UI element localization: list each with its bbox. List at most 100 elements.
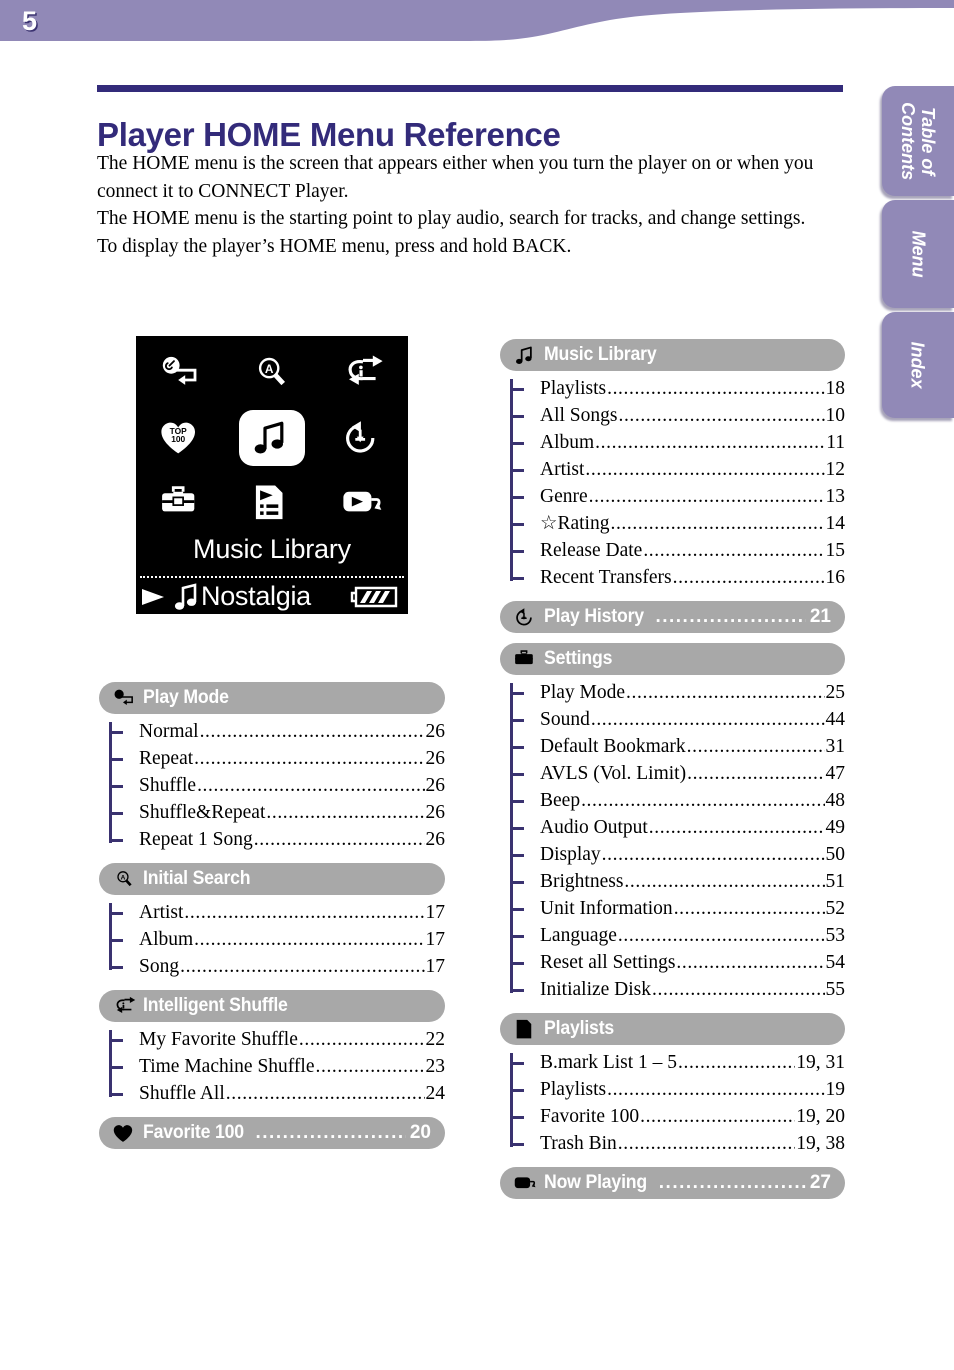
toc-entry-page: 51 — [825, 871, 846, 892]
leader-dots: ........................................… — [607, 1079, 824, 1100]
toc-entry-page: 25 — [825, 682, 846, 703]
section-header-favorite-100[interactable]: TOP 100 Favorite 100.....................… — [99, 1117, 445, 1149]
toc-entry[interactable]: ☆Rating.................................… — [510, 510, 845, 537]
section-header-play-history[interactable]: Play History............................… — [500, 601, 845, 633]
toc-entry[interactable]: Beep....................................… — [510, 787, 845, 814]
player-grid-intelligent-shuffle-icon — [330, 344, 396, 402]
player-screen-illustration: A TOP 100 Music Library Nostalgia — [136, 336, 408, 614]
toc-entry[interactable]: Artist..................................… — [109, 899, 445, 926]
toc-entry[interactable]: Language................................… — [510, 922, 845, 949]
section-header-now-playing[interactable]: Now Playing.............................… — [500, 1167, 845, 1199]
toc-entry[interactable]: Initialize Disk.........................… — [510, 976, 845, 1003]
toc-entry[interactable]: Genre...................................… — [510, 483, 845, 510]
toc-entry-label: ☆Rating — [540, 513, 610, 534]
toc-entry[interactable]: Artist..................................… — [510, 456, 846, 483]
toc-entry[interactable]: Release Date............................… — [510, 537, 845, 564]
toc-entry[interactable]: Song....................................… — [109, 953, 445, 980]
intelligent-shuffle-icon — [113, 995, 136, 1018]
toc-entry[interactable]: Brightness..............................… — [510, 868, 846, 895]
toc-entry[interactable]: Album...................................… — [510, 429, 845, 456]
play-history-icon — [514, 606, 537, 629]
toc-entry-label: Display — [540, 844, 601, 865]
toc-entry[interactable]: Shuffle.................................… — [109, 772, 445, 799]
toc-entry[interactable]: Trash Bin...............................… — [510, 1130, 845, 1157]
leader-dots: ........................................… — [197, 775, 424, 796]
toc-entry[interactable]: Unit Information........................… — [510, 895, 845, 922]
toc-entry-label: Shuffle&Repeat — [139, 802, 266, 823]
toc-entry[interactable]: Sound...................................… — [510, 706, 845, 733]
toc-entry-label: Recent Transfers — [540, 567, 672, 588]
toc-entry[interactable]: Playlists...............................… — [510, 1076, 845, 1103]
side-tab-table-of-contents[interactable]: Table of Contents — [882, 86, 954, 196]
player-grid-toolbox-icon — [148, 474, 214, 532]
toc-entry-label: Beep — [540, 790, 581, 811]
side-tab-label: Menu — [908, 230, 929, 278]
toc-entry[interactable]: AVLS (Vol. Limit).......................… — [510, 760, 845, 787]
toc-entry-label: Audio Output — [540, 817, 648, 838]
section-items-music-library: Playlists...............................… — [510, 375, 845, 591]
section-playlists: Playlists B.mark List 1 – 5..............… — [500, 1013, 845, 1157]
toc-entry[interactable]: Default Bookmark........................… — [510, 733, 846, 760]
toc-entry-label: Sound — [540, 709, 590, 730]
toc-entry-label: Trash Bin — [540, 1133, 617, 1154]
toc-entry[interactable]: All Songs...............................… — [510, 402, 845, 429]
leader-dots: ........................................… — [618, 405, 824, 426]
toc-entry-label: Unit Information — [540, 898, 673, 919]
section-header-page: 20 — [409, 1122, 431, 1143]
toc-entry[interactable]: Time Machine Shuffle....................… — [109, 1053, 445, 1080]
page-title: Player HOME Menu Reference — [97, 116, 561, 154]
section-header-intelligent-shuffle[interactable]: Intelligent Shuffle — [99, 990, 445, 1022]
toc-entry[interactable]: Normal..................................… — [109, 718, 445, 745]
toc-entry-label: Album — [139, 929, 194, 950]
toc-entry[interactable]: Shuffle&Repeat..........................… — [109, 799, 445, 826]
section-header-play-mode[interactable]: Play Mode — [99, 682, 445, 714]
toc-entry-label: B.mark List 1 – 5 — [540, 1052, 678, 1073]
now-playing-icon — [514, 1171, 544, 1195]
leader-dots: ........................................… — [315, 1056, 425, 1077]
toc-entry[interactable]: Playlists...............................… — [510, 375, 845, 402]
leader-dots: ........................................… — [601, 844, 825, 865]
section-header-music-library[interactable]: Music Library — [500, 339, 845, 371]
toc-entry[interactable]: B.mark List 1 – 5.......................… — [510, 1049, 845, 1076]
player-grid-magnifier-a-icon: A — [239, 344, 305, 402]
toc-entry[interactable]: Play Mode...............................… — [510, 679, 846, 706]
playlist-document-icon — [514, 1018, 537, 1041]
leader-dots: ........................................… — [678, 1052, 795, 1073]
leader-dots: ........................................… — [626, 682, 824, 703]
toc-entry[interactable]: My Favorite Shuffle.....................… — [109, 1026, 445, 1053]
toc-entry[interactable]: Repeat 1 Song...........................… — [109, 826, 445, 853]
leader-dots: ........................................… — [610, 513, 825, 534]
section-items-playlists: B.mark List 1 – 5.......................… — [510, 1049, 845, 1157]
side-tab-index[interactable]: Index — [882, 312, 954, 418]
leader-dots: ........................................… — [673, 898, 825, 919]
title-rule — [97, 85, 843, 92]
section-play-history: Play History............................… — [500, 601, 845, 633]
section-items-play-mode: Normal..................................… — [109, 718, 445, 853]
player-status-track: Nostalgia — [201, 581, 311, 611]
toc-entry[interactable]: Repeat..................................… — [109, 745, 445, 772]
toc-entry[interactable]: Album...................................… — [109, 926, 446, 953]
toc-entry-label: Repeat 1 Song — [139, 829, 253, 850]
music-note-icon — [251, 417, 293, 459]
heart-top100-icon: TOP 100 — [160, 417, 202, 459]
section-header-initial-search[interactable]: A Initial Search — [99, 863, 445, 895]
toc-entry[interactable]: Favorite 100............................… — [510, 1103, 845, 1130]
toc-entry-page: 12 — [825, 459, 846, 480]
toc-entry-page: 17 — [425, 929, 446, 950]
toc-entry[interactable]: Recent Transfers........................… — [510, 564, 845, 591]
intelligent-shuffle-icon — [342, 352, 384, 394]
toc-entry-label: Brightness — [540, 871, 624, 892]
section-header-playlists[interactable]: Playlists — [500, 1013, 845, 1045]
toc-entry-label: Artist — [139, 902, 184, 923]
section-header-label: Now Playing — [544, 1172, 648, 1193]
toc-entry[interactable]: Reset all Settings......................… — [510, 949, 846, 976]
toc-entry[interactable]: Audio Output............................… — [510, 814, 845, 841]
side-tab-menu[interactable]: Menu — [882, 200, 954, 308]
page-number: 5 — [22, 6, 37, 36]
toc-entry-page: 54 — [825, 952, 846, 973]
toc-entry-page: 31 — [825, 736, 846, 757]
toc-entry[interactable]: Shuffle All.............................… — [109, 1080, 445, 1107]
section-header-settings[interactable]: Settings — [500, 643, 845, 675]
header-band — [0, 0, 954, 41]
toc-entry[interactable]: Display.................................… — [510, 841, 845, 868]
